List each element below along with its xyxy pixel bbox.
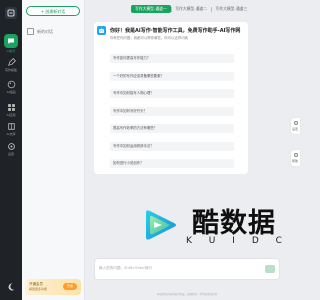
model-tabs: 写作大模型-通道一 写作大模型-通道二 写作大模型-通道三: [131, 5, 251, 13]
watermark-letter: D: [251, 236, 259, 246]
dark-mode-icon[interactable]: [6, 282, 16, 292]
history-item-label: 新的对话: [37, 28, 53, 34]
left-rail: AI聊天 写作模板 AI绘画 AI应用 AI文库 设置: [0, 0, 22, 300]
send-icon: [268, 274, 272, 278]
suggested-question[interactable]: 写作中如何运用修辞手法？: [110, 142, 234, 151]
logo-icon: [7, 9, 15, 17]
watermark-text: 酷数据: [192, 208, 276, 239]
tab-model-channel-1[interactable]: 写作大模型-通道一: [131, 5, 171, 13]
chat-history-icon: [27, 28, 34, 35]
rail-item-label: AI文库: [6, 132, 16, 136]
watermark-letter: I: [232, 236, 235, 246]
rail-item-label: AI聊天: [6, 49, 16, 53]
watermark-letter: U: [208, 236, 216, 246]
suggested-question[interactable]: 写作中如何写好开头？: [110, 107, 234, 116]
edit-icon: [7, 58, 16, 66]
rail-item-ai-library[interactable]: AI文库: [0, 122, 22, 136]
rail-item-writing-templates[interactable]: 写作模板: [0, 58, 22, 72]
chat-input[interactable]: [99, 266, 249, 270]
suggested-question[interactable]: 一个好的写作应该具备哪些要素？: [110, 72, 234, 81]
gear-icon: [7, 143, 15, 150]
chat-input-box: [94, 258, 280, 280]
rail-item-settings[interactable]: 设置: [0, 142, 22, 156]
rail-item-label: AI绘画: [6, 90, 16, 94]
vip-banner[interactable]: 开通会员 解锁更多功能 开通: [25, 279, 81, 295]
side-help-button[interactable]: 帮助: [291, 150, 300, 166]
history-item[interactable]: 新的对话: [27, 28, 53, 35]
settings-icon: [293, 121, 298, 125]
book-icon: [7, 123, 15, 130]
welcome-headline: 你好！我是AI写作·智能写作工具，免费写作助手-AI写作网: [110, 28, 241, 34]
rail-item-ai-apps[interactable]: AI应用: [0, 103, 22, 117]
rail-item-label: 设置: [7, 152, 14, 156]
tab-model-channel-3[interactable]: 写作大模型-通道三: [212, 5, 252, 13]
watermark-subtext: K U I D C: [186, 236, 282, 246]
suggested-question[interactable]: 如何进行小说创作？: [110, 159, 234, 168]
app-logo[interactable]: [5, 7, 17, 19]
rail-item-ai-chat[interactable]: AI聊天: [0, 34, 22, 53]
tab-model-channel-2[interactable]: 写作大模型-通道二: [171, 5, 211, 13]
suggested-question[interactable]: 写作如何提高写作能力？: [110, 54, 234, 63]
help-icon: [293, 153, 298, 157]
watermark-letter: K: [186, 236, 192, 246]
new-chat-button[interactable]: + 创建新对话: [26, 6, 80, 16]
footer-disclaimer: 本站所有内容均由AI生成，仅供参考，不代表本站立场: [157, 293, 217, 296]
welcome-card: 你好！我是AI写作·智能写作工具，免费写作助手-AI写作网 你有任何问题，我都可…: [94, 22, 248, 174]
welcome-subline: 你有任何问题，我都可以帮你解答，你可以这样问我: [110, 36, 188, 40]
rail-item-label: 写作模板: [4, 68, 17, 72]
robot-icon: [99, 27, 104, 33]
vip-subtitle: 解锁更多功能: [29, 287, 48, 291]
suggested-question[interactable]: 写作中如何描写人物心理？: [110, 89, 234, 98]
rail-item-ai-drawing[interactable]: AI绘画: [0, 80, 22, 94]
side-settings-button[interactable]: 设置: [291, 118, 300, 134]
watermark-letter: C: [275, 236, 282, 246]
palette-icon: [7, 80, 15, 89]
side-button-label: 帮助: [292, 159, 299, 163]
assistant-avatar: [97, 26, 106, 35]
send-button[interactable]: [265, 265, 275, 278]
conversation-panel: + 创建新对话 新的对话 开通会员 解锁更多功能 开通: [22, 0, 85, 300]
apps-icon: [7, 104, 15, 111]
vip-open-button[interactable]: 开通: [63, 283, 77, 290]
suggested-question[interactable]: 提高写作效率的方法有哪些？: [110, 124, 234, 133]
chat-icon: [8, 38, 14, 44]
watermark-logo-icon: [146, 210, 176, 240]
rail-item-label: AI应用: [6, 113, 16, 117]
side-button-label: 设置: [292, 127, 299, 131]
